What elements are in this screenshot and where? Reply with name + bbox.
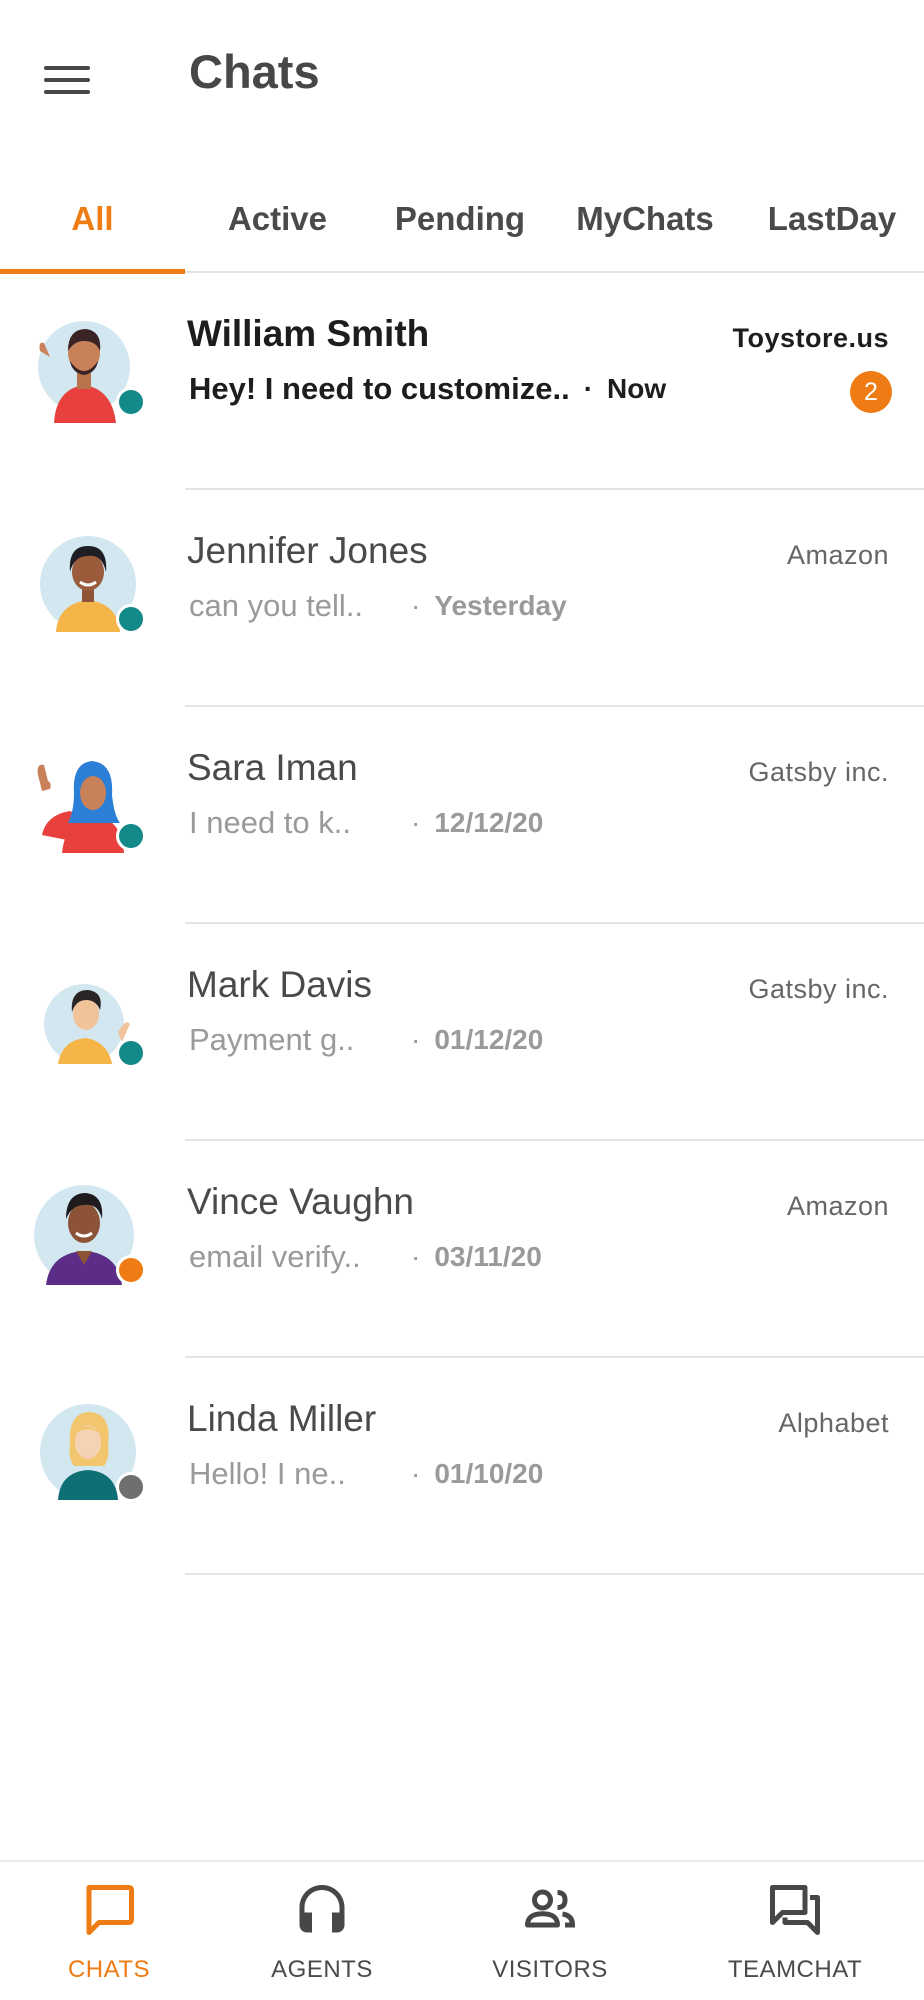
status-offline-dot xyxy=(116,1472,146,1502)
chat-time: 03/11/20 xyxy=(434,1241,542,1272)
chat-company: Gatsby inc. xyxy=(748,974,889,1004)
nav-visitors[interactable]: VISITORS xyxy=(487,1880,613,1990)
chat-row[interactable]: Linda Miller Alphabet Hello! I ne.. · 01… xyxy=(0,1358,924,1575)
avatar xyxy=(32,745,146,857)
chat-list: William Smith Toystore.us Hey! I need to… xyxy=(0,273,924,1575)
bottom-navigation: CHATS AGENTS VISITORS TEAMCHAT xyxy=(0,1860,924,2000)
chat-bubble-icon xyxy=(86,1885,134,1935)
nav-teamchat[interactable]: TEAMCHAT xyxy=(725,1880,865,1990)
nav-label: CHATS xyxy=(67,1956,151,1983)
separator-dot: · xyxy=(411,590,421,621)
menu-icon[interactable] xyxy=(44,58,100,102)
chat-preview-text: can you tell.. xyxy=(189,588,364,623)
avatar xyxy=(32,962,146,1074)
status-online-dot xyxy=(116,387,146,417)
tab-all[interactable]: All xyxy=(0,165,185,273)
nav-label: TEAMCHAT xyxy=(727,1956,863,1983)
chat-preview: email verify.. · 03/11/20 xyxy=(189,1239,542,1275)
page-title: Chats xyxy=(189,45,320,98)
chat-preview: Hey! I need to customize.. · Now xyxy=(189,371,666,407)
chat-company: Amazon xyxy=(786,540,889,570)
chat-contact-name: Linda Miller xyxy=(187,1398,377,1439)
nav-label: AGENTS xyxy=(271,1956,373,1983)
chat-preview: Payment g.. · 01/12/20 xyxy=(189,1022,543,1058)
tab-active[interactable]: Active xyxy=(185,165,370,273)
chat-row[interactable]: William Smith Toystore.us Hey! I need to… xyxy=(0,273,924,490)
avatar xyxy=(32,1179,146,1291)
separator-dot: · xyxy=(583,373,594,404)
status-online-dot xyxy=(116,821,146,851)
chat-row[interactable]: Jennifer Jones Amazon can you tell.. · Y… xyxy=(0,490,924,707)
avatar xyxy=(32,1396,146,1508)
chat-row[interactable]: Sara Iman Gatsby inc. I need to k.. · 12… xyxy=(0,707,924,924)
chat-time: Now xyxy=(607,373,667,404)
separator-dot: · xyxy=(411,1024,421,1055)
chat-preview-text: Hello! I ne.. xyxy=(189,1456,346,1491)
chat-preview: I need to k.. · 12/12/20 xyxy=(189,805,543,841)
status-away-dot xyxy=(116,1255,146,1285)
chat-preview-text: Hey! I need to customize.. xyxy=(189,371,570,406)
nav-label: VISITORS xyxy=(492,1956,608,1983)
chat-preview-text: email verify.. xyxy=(189,1239,361,1274)
chat-time: 01/12/20 xyxy=(434,1024,544,1055)
chat-time: 01/10/20 xyxy=(434,1458,544,1489)
headset-icon xyxy=(299,1885,345,1933)
separator-dot: · xyxy=(411,807,421,838)
nav-chats[interactable]: CHATS xyxy=(59,1880,159,1990)
chat-contact-name: William Smith xyxy=(187,313,430,354)
chat-preview: can you tell.. · Yesterday xyxy=(189,588,567,624)
nav-agents[interactable]: AGENTS xyxy=(262,1880,382,1990)
people-icon xyxy=(525,1889,576,1928)
tab-mychats[interactable]: MyChats xyxy=(550,165,740,273)
tab-lastday[interactable]: LastDay xyxy=(740,165,924,273)
chat-company: Toystore.us xyxy=(732,323,889,353)
chat-row[interactable]: Vince Vaughn Amazon email verify.. · 03/… xyxy=(0,1141,924,1358)
chat-company: Gatsby inc. xyxy=(748,757,889,787)
status-online-dot xyxy=(116,1038,146,1068)
unread-count-badge: 2 xyxy=(850,371,892,413)
avatar xyxy=(32,528,146,640)
separator-dot: · xyxy=(411,1458,421,1489)
chat-contact-name: Sara Iman xyxy=(187,747,358,788)
chat-company: Alphabet xyxy=(778,1408,889,1438)
separator-dot: · xyxy=(411,1241,421,1272)
chat-preview-text: I need to k.. xyxy=(189,805,351,840)
chat-company: Amazon xyxy=(786,1191,889,1221)
avatar xyxy=(32,311,146,423)
status-online-dot xyxy=(116,604,146,634)
chat-contact-name: Mark Davis xyxy=(187,964,373,1005)
chat-contact-name: Jennifer Jones xyxy=(187,530,428,571)
filter-tabs: All Active Pending MyChats LastDay xyxy=(0,165,924,274)
tab-pending[interactable]: Pending xyxy=(370,165,550,273)
chat-time: 12/12/20 xyxy=(434,807,544,838)
forum-icon xyxy=(770,1885,820,1935)
chat-row[interactable]: Mark Davis Gatsby inc. Payment g.. · 01/… xyxy=(0,924,924,1141)
chat-preview: Hello! I ne.. · 01/10/20 xyxy=(189,1456,543,1492)
chat-time: Yesterday xyxy=(434,590,567,621)
chat-contact-name: Vince Vaughn xyxy=(187,1181,414,1222)
chat-preview-text: Payment g.. xyxy=(189,1022,355,1057)
app-header: Chats xyxy=(0,0,924,150)
